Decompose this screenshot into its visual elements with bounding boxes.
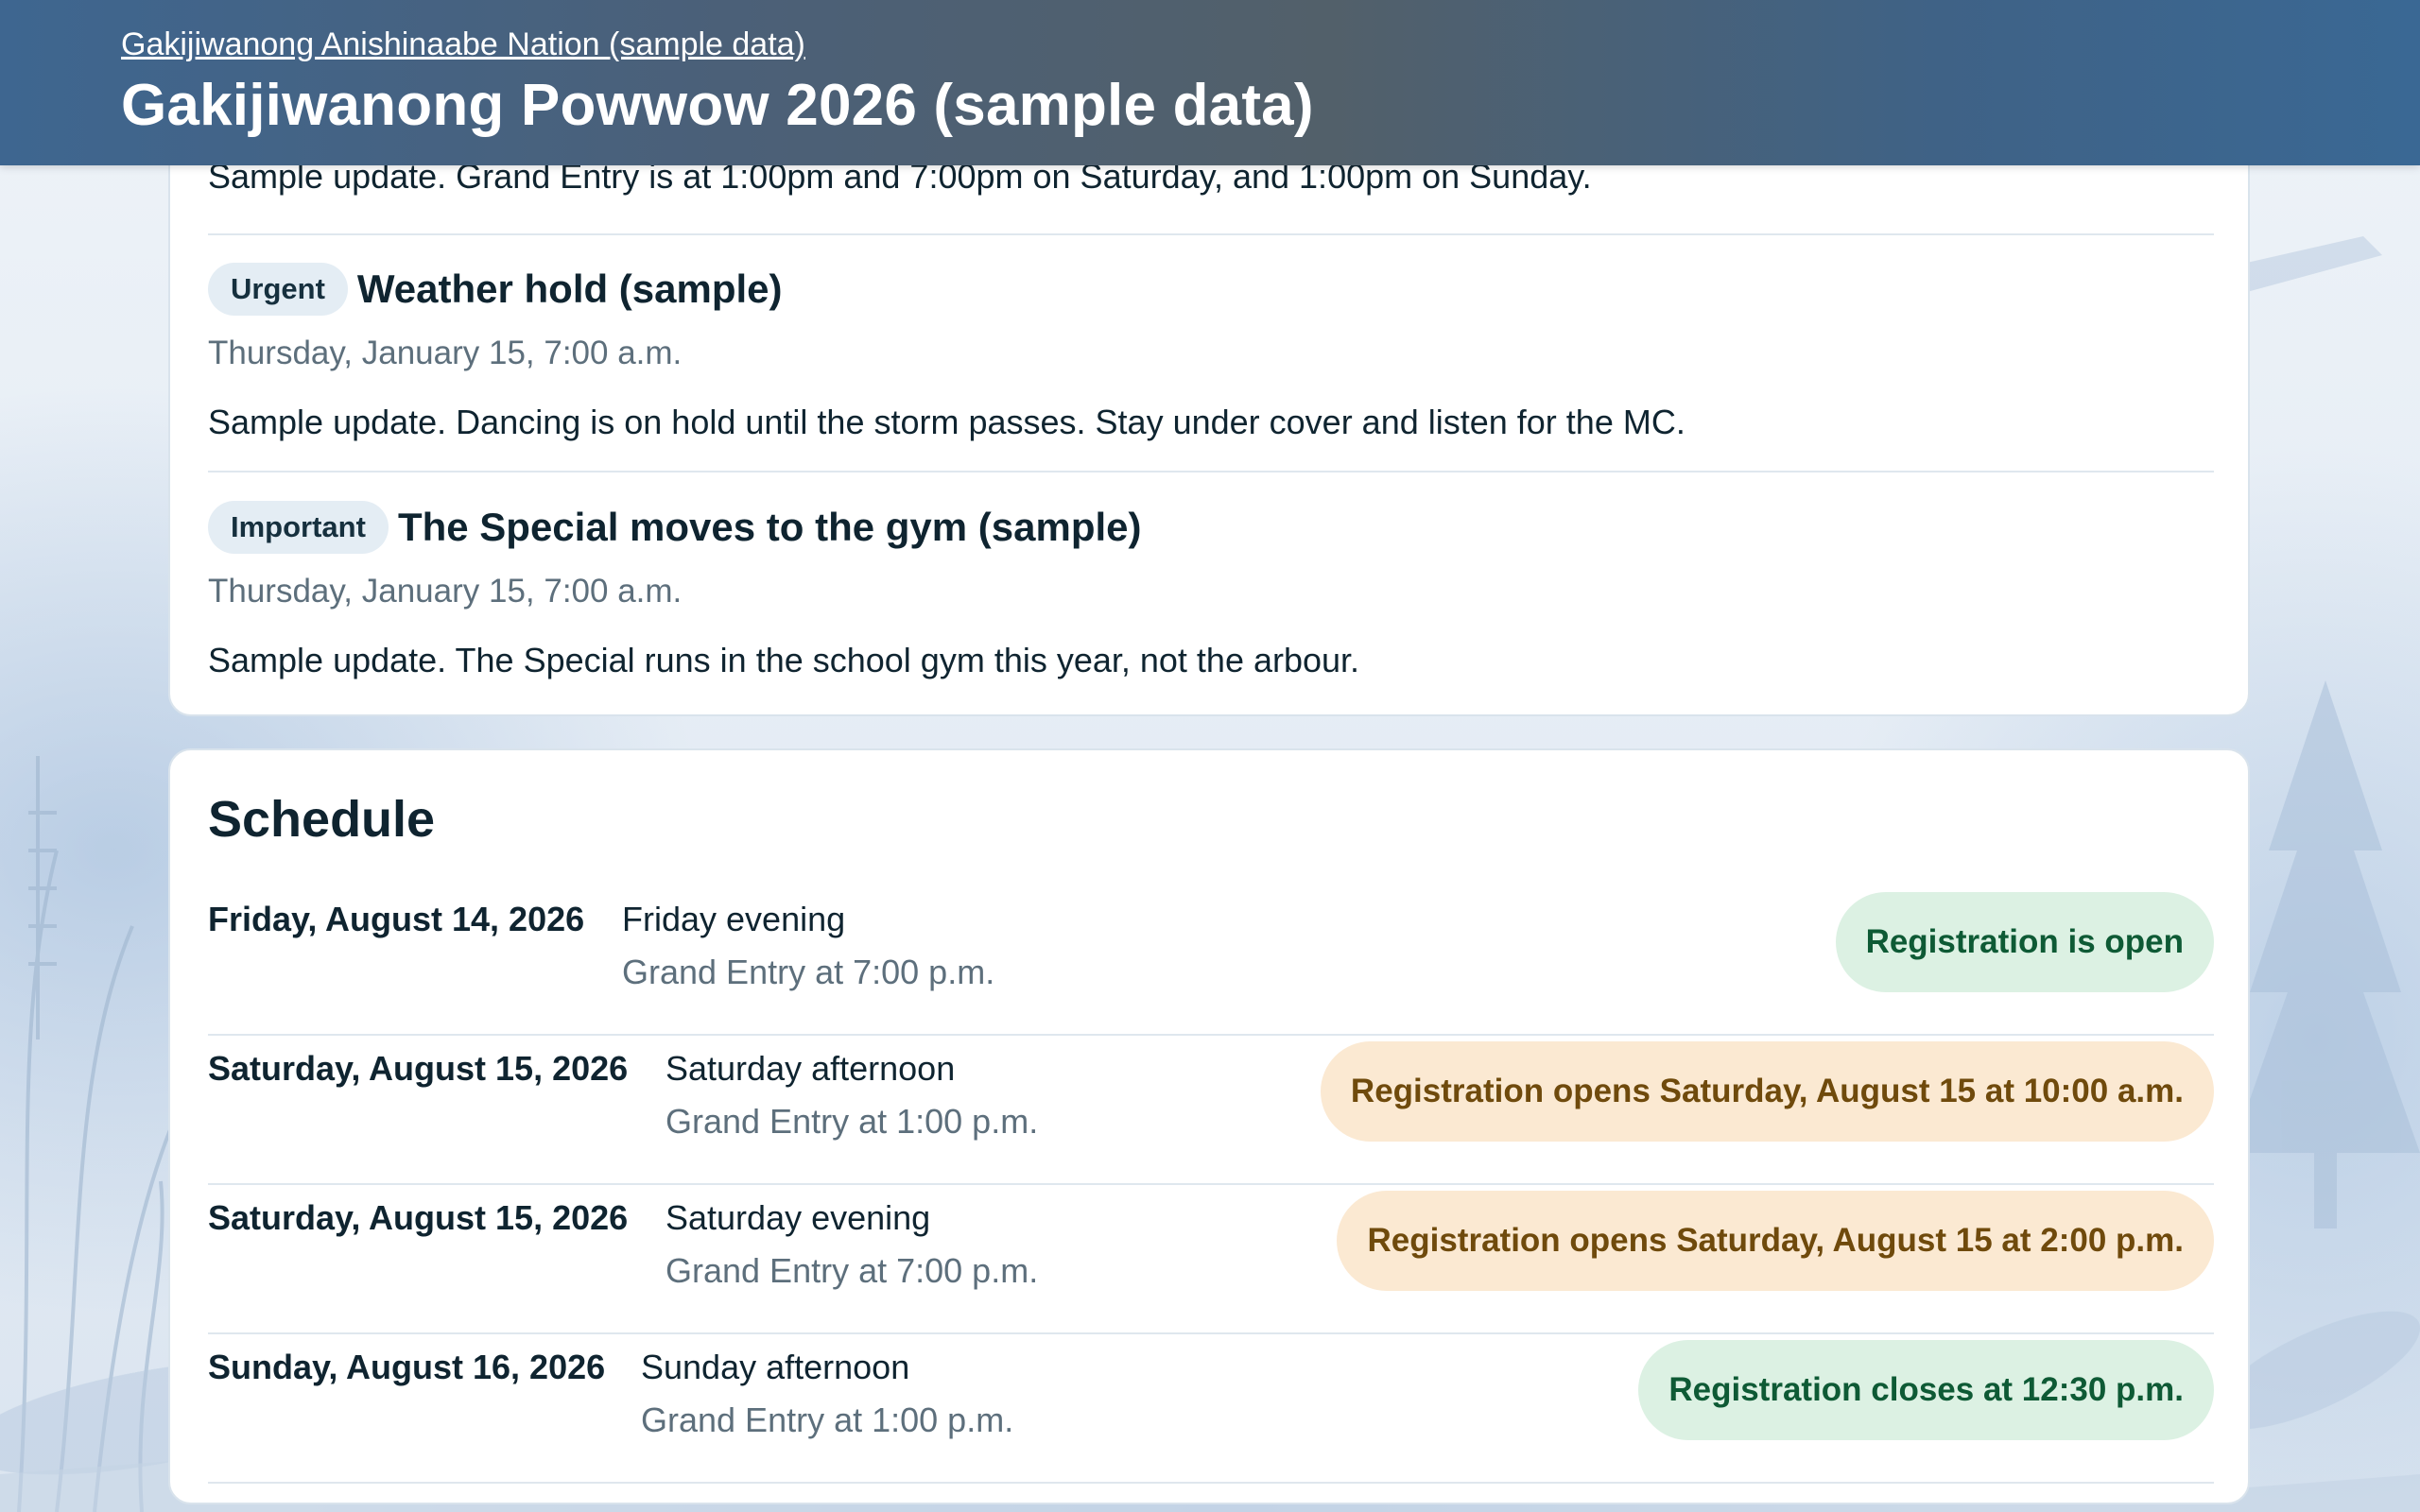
grand-entry-time: Grand Entry at 1:00 p.m.: [666, 1102, 1039, 1141]
update-timestamp: Thursday, January 15, 7:00 a.m.: [208, 335, 683, 371]
grand-entry-time: Grand Entry at 7:00 p.m.: [622, 953, 995, 991]
registration-status-badge[interactable]: Registration opens Saturday, August 15 a…: [1320, 1041, 2214, 1142]
org-home-link[interactable]: Gakijiwanong Anishinaabe Nation (sample …: [121, 26, 805, 63]
grand-entry-time: Grand Entry at 1:00 p.m.: [641, 1400, 1014, 1439]
update-item: Important The Special moves to the gym (…: [208, 501, 2214, 680]
update-item: Urgent Weather hold (sample) Thursday, J…: [208, 263, 2214, 442]
priority-badge-urgent: Urgent: [208, 263, 348, 316]
site-header: Gakijiwanong Anishinaabe Nation (sample …: [0, 0, 2420, 165]
update-timestamp: Thursday, January 15, 7:00 a.m.: [208, 573, 683, 610]
schedule-row: Sunday, August 16, 2026 Sunday afternoon…: [208, 1334, 2214, 1484]
session-info: Sunday afternoon Grand Entry at 1:00 p.m…: [641, 1348, 1013, 1440]
priority-badge-important: Important: [208, 501, 389, 554]
session-info: Friday evening Grand Entry at 7:00 p.m.: [622, 900, 994, 992]
update-body: Sample update. Dancing is on hold until …: [208, 403, 1685, 441]
row-divider: [208, 1482, 2214, 1484]
schedule-row: Friday, August 14, 2026 Friday evening G…: [208, 886, 2214, 1036]
update-divider: [208, 233, 2214, 235]
registration-status-badge[interactable]: Registration closes at 12:30 p.m.: [1638, 1340, 2214, 1440]
session-info: Saturday afternoon Grand Entry at 1:00 p…: [666, 1049, 1038, 1142]
session-name: Saturday afternoon: [666, 1049, 956, 1088]
update-header: Important The Special moves to the gym (…: [208, 501, 2214, 554]
session-info: Saturday evening Grand Entry at 7:00 p.m…: [666, 1198, 1038, 1291]
registration-status-badge[interactable]: Registration opens Saturday, August 15 a…: [1337, 1191, 2214, 1291]
registration-status-badge[interactable]: Registration is open: [1835, 892, 2214, 992]
session-name: Saturday evening: [666, 1198, 931, 1237]
update-divider: [208, 471, 2214, 472]
schedule-card: Schedule Friday, August 14, 2026 Friday …: [168, 748, 2250, 1504]
session-date: Saturday, August 15, 2026: [208, 1198, 629, 1237]
grand-entry-time: Grand Entry at 7:00 p.m.: [666, 1251, 1039, 1290]
session-name: Sunday afternoon: [641, 1348, 910, 1386]
page-title: Gakijiwanong Powwow 2026 (sample data): [121, 73, 1314, 138]
update-body: Sample update. The Special runs in the s…: [208, 641, 1360, 679]
schedule-heading: Schedule: [208, 791, 436, 848]
schedule-row: Saturday, August 15, 2026 Saturday after…: [208, 1036, 2214, 1185]
session-date: Saturday, August 15, 2026: [208, 1049, 629, 1088]
session-name: Friday evening: [622, 900, 846, 938]
update-title: The Special moves to the gym (sample): [397, 505, 1142, 549]
session-date: Sunday, August 16, 2026: [208, 1348, 606, 1386]
session-date: Friday, August 14, 2026: [208, 900, 585, 938]
update-title: Weather hold (sample): [356, 266, 783, 311]
schedule-row: Saturday, August 15, 2026 Saturday eveni…: [208, 1185, 2214, 1334]
update-header: Urgent Weather hold (sample): [208, 263, 2214, 316]
